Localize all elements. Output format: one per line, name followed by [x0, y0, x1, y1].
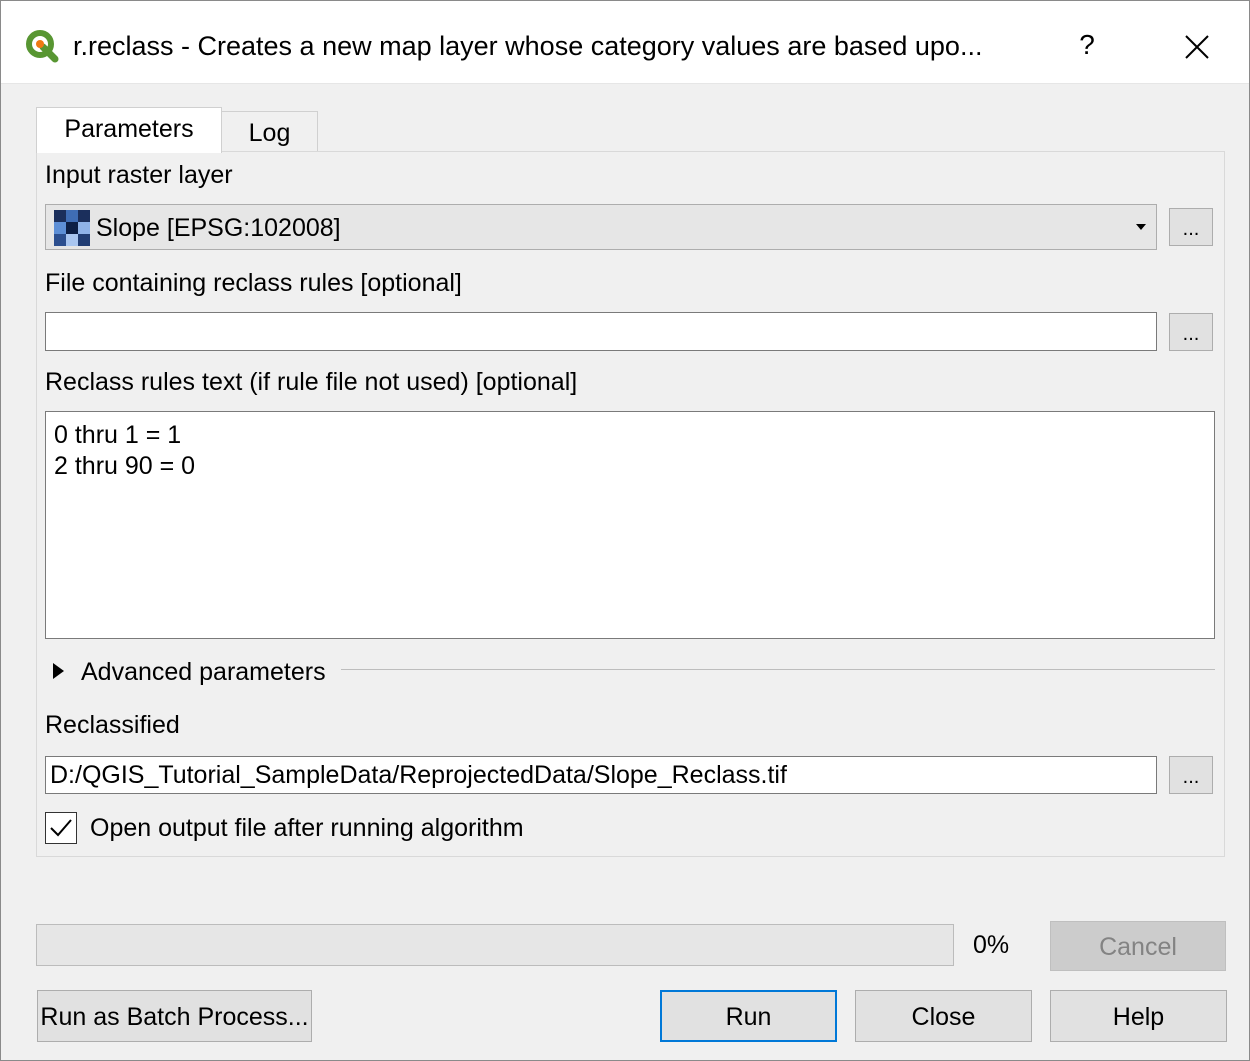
- output-file-input[interactable]: D:/QGIS_Tutorial_SampleData/ReprojectedD…: [45, 756, 1157, 794]
- help-icon[interactable]: ?: [1067, 27, 1107, 63]
- rules-text-line: 2 thru 90 = 0: [54, 452, 196, 480]
- progress-bar: [36, 924, 954, 966]
- tab-parameters[interactable]: Parameters: [36, 107, 222, 153]
- rules-file-input[interactable]: [45, 312, 1157, 351]
- input-raster-browse-button[interactable]: ...: [1169, 208, 1213, 246]
- help-button[interactable]: Help: [1050, 990, 1227, 1042]
- window-title: r.reclass - Creates a new map layer whos…: [73, 31, 983, 61]
- rules-text-area[interactable]: 0 thru 1 = 1 2 thru 90 = 0: [45, 411, 1215, 639]
- raster-layer-icon: [54, 210, 90, 246]
- expand-arrow-icon[interactable]: [53, 663, 64, 679]
- output-browse-button[interactable]: ...: [1169, 756, 1213, 794]
- title-bar: r.reclass - Creates a new map layer whos…: [1, 1, 1249, 84]
- output-label: Reclassified: [45, 711, 180, 739]
- rules-text-label: Reclass rules text (if rule file not use…: [45, 368, 578, 396]
- progress-percent: 0%: [973, 931, 1010, 959]
- input-raster-label: Input raster layer: [45, 161, 233, 189]
- dropdown-arrow-icon[interactable]: [1136, 224, 1146, 230]
- close-icon[interactable]: [1177, 27, 1217, 67]
- advanced-divider: [341, 669, 1215, 670]
- close-button[interactable]: Close: [855, 990, 1032, 1042]
- open-output-checkbox[interactable]: [45, 812, 77, 844]
- input-raster-combo[interactable]: Slope [EPSG:102008]: [45, 204, 1157, 250]
- input-raster-value: Slope [EPSG:102008]: [96, 214, 341, 242]
- rules-text-line: 0 thru 1 = 1: [54, 421, 182, 449]
- open-output-label[interactable]: Open output file after running algorithm: [90, 812, 524, 844]
- rules-file-browse-button[interactable]: ...: [1169, 313, 1213, 351]
- tab-log[interactable]: Log: [222, 111, 318, 151]
- advanced-parameters-toggle[interactable]: Advanced parameters: [81, 656, 326, 688]
- checkmark-icon: [50, 819, 72, 837]
- qgis-logo-icon: [26, 30, 59, 63]
- run-button[interactable]: Run: [660, 990, 837, 1042]
- run-batch-button[interactable]: Run as Batch Process...: [37, 990, 312, 1042]
- dialog-window: r.reclass - Creates a new map layer whos…: [0, 0, 1250, 1061]
- rules-file-label: File containing reclass rules [optional]: [45, 269, 462, 297]
- cancel-button[interactable]: Cancel: [1050, 921, 1226, 971]
